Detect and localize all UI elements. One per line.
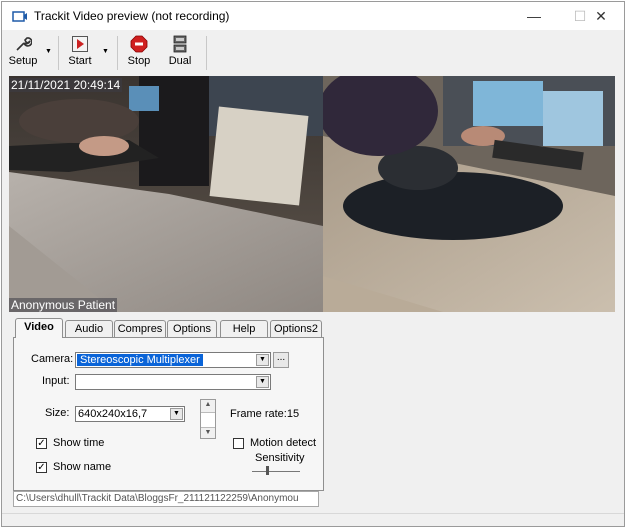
motion-detect-label: Motion detect	[250, 437, 317, 449]
wrench-icon	[16, 37, 32, 51]
video-preview: 21/11/2021 20:49:14 Anonymous Patient	[9, 76, 615, 312]
dual-button[interactable]: Dual	[164, 33, 196, 73]
setup-label: Setup	[8, 55, 38, 67]
frame-rate-spinner[interactable]: ▲ ▼	[200, 399, 216, 439]
size-label: Size:	[45, 407, 70, 419]
show-time-checkbox[interactable]: ✓	[36, 438, 47, 449]
input-select[interactable]: ▼	[75, 374, 271, 390]
start-button[interactable]: Start	[65, 33, 95, 73]
motion-detect-checkbox[interactable]	[233, 438, 244, 449]
tab-video[interactable]: Video	[15, 318, 63, 338]
chevron-down-icon: ▼	[170, 408, 183, 420]
tab-options2[interactable]: Options2	[270, 320, 322, 337]
spin-field	[201, 412, 215, 428]
camera-label: Camera:	[31, 353, 74, 365]
dual-label: Dual	[168, 55, 192, 67]
video-feed-left	[9, 76, 323, 312]
stop-icon	[130, 35, 148, 53]
video-tab-content: Camera: Stereoscopic Multiplexer ▼ ... I…	[13, 337, 324, 491]
stop-label: Stop	[127, 55, 151, 67]
dual-camera-icon	[173, 35, 187, 53]
title-bar: Trackit Video preview (not recording) — …	[2, 2, 624, 30]
start-label: Start	[68, 55, 92, 67]
size-value: 640x240x16,7	[78, 408, 148, 420]
record-icon	[72, 36, 88, 52]
tab-options[interactable]: Options	[167, 320, 217, 337]
chevron-down-icon: ▼	[256, 376, 269, 388]
show-name-label: Show name	[53, 461, 112, 473]
tab-audio[interactable]: Audio	[65, 320, 113, 337]
camera-browse-button[interactable]: ...	[273, 352, 289, 368]
input-label: Input:	[42, 375, 70, 387]
toolbar-separator	[58, 36, 59, 70]
start-dropdown-arrow[interactable]: ▼	[102, 48, 109, 55]
minimize-button[interactable]: —	[511, 2, 557, 30]
setup-button[interactable]: Setup	[8, 33, 38, 73]
size-select[interactable]: 640x240x16,7 ▼	[75, 406, 185, 422]
spin-down-icon[interactable]: ▼	[201, 428, 215, 438]
sensitivity-slider-thumb[interactable]	[266, 466, 269, 475]
output-path-value: C:\Users\dhull\Trackit Data\BloggsFr_211…	[16, 493, 299, 504]
show-time-label: Show time	[53, 437, 105, 449]
app-icon	[12, 11, 27, 22]
tab-compres[interactable]: Compres	[114, 320, 166, 337]
settings-panel: Video Audio Compres Options Help Options…	[9, 314, 329, 514]
spin-up-icon[interactable]: ▲	[201, 400, 215, 410]
toolbar-separator	[206, 36, 207, 70]
camera-select[interactable]: Stereoscopic Multiplexer ▼	[75, 352, 271, 368]
name-overlay: Anonymous Patient	[9, 298, 118, 312]
status-bar	[2, 513, 624, 526]
chevron-down-icon: ▼	[256, 354, 269, 366]
frame-rate-label: Frame rate:15	[230, 408, 300, 420]
app-window: Trackit Video preview (not recording) — …	[1, 1, 625, 527]
toolbar: Setup ▼ Start ▼ Stop Dual	[2, 30, 624, 76]
timestamp-overlay: 21/11/2021 20:49:14	[9, 78, 123, 92]
show-name-checkbox[interactable]: ✓	[36, 462, 47, 473]
stop-button[interactable]: Stop	[124, 33, 154, 73]
sensitivity-slider[interactable]	[252, 471, 300, 472]
output-path-field[interactable]: C:\Users\dhull\Trackit Data\BloggsFr_211…	[13, 491, 319, 507]
sensitivity-label: Sensitivity	[255, 452, 305, 464]
video-feed-right	[323, 76, 615, 312]
window-title: Trackit Video preview (not recording)	[34, 9, 230, 23]
camera-value: Stereoscopic Multiplexer	[77, 354, 203, 366]
toolbar-separator	[117, 36, 118, 70]
close-button[interactable]: ✕	[578, 2, 624, 30]
tab-help[interactable]: Help	[220, 320, 268, 337]
setup-dropdown-arrow[interactable]: ▼	[45, 48, 52, 55]
